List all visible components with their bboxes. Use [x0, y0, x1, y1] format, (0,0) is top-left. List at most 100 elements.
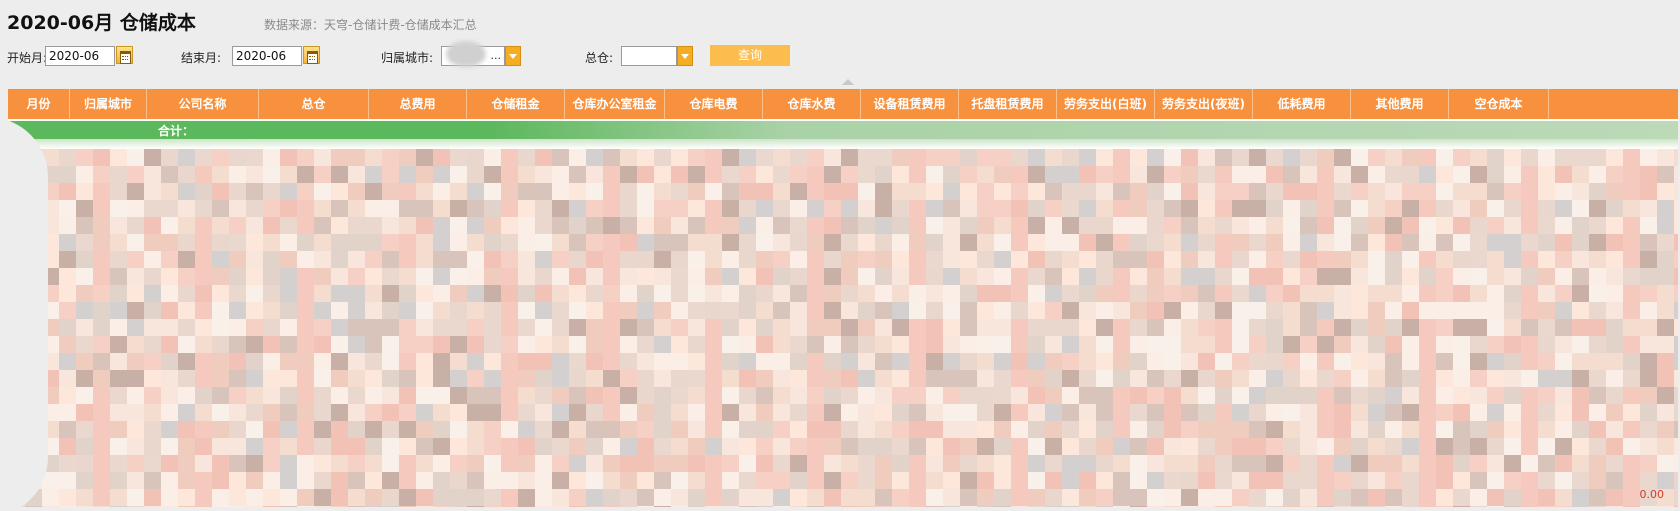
- redacted-cell: [1011, 336, 1028, 353]
- redacted-cell: [1215, 251, 1232, 268]
- redacted-cell: [586, 336, 603, 353]
- redacted-cell: [1589, 455, 1606, 472]
- redacted-cell: [365, 251, 382, 268]
- redacted-cell: [1453, 149, 1470, 166]
- chevron-down-icon[interactable]: [505, 46, 521, 66]
- redacted-cell: [858, 404, 875, 421]
- redacted-cell: [1674, 183, 1678, 200]
- column-header-warehouse[interactable]: 总仓: [259, 89, 369, 119]
- redacted-cell: [280, 336, 297, 353]
- redacted-cell: [790, 149, 807, 166]
- redacted-cell: [382, 404, 399, 421]
- column-header-water[interactable]: 仓库水费: [763, 89, 861, 119]
- redacted-cell: [1045, 319, 1062, 336]
- column-header-month[interactable]: 月份: [8, 89, 70, 119]
- redacted-cell: [76, 336, 93, 353]
- city-select-field[interactable]: ...: [441, 41, 505, 67]
- warehouse-select-field[interactable]: [621, 46, 677, 66]
- redacted-cell: [127, 200, 144, 217]
- redacted-cell: [1249, 438, 1266, 455]
- redacted-cell: [246, 404, 263, 421]
- redacted-cell: [705, 285, 722, 302]
- redacted-cell: [1623, 336, 1640, 353]
- redacted-cell: [1606, 285, 1623, 302]
- city-select-value: ...: [490, 49, 502, 62]
- redacted-cell: [178, 336, 195, 353]
- column-header-equipment-lease[interactable]: 设备租赁费用: [861, 89, 959, 119]
- query-button[interactable]: 查询: [710, 45, 790, 66]
- redacted-cell: [603, 472, 620, 489]
- redacted-cell: [994, 268, 1011, 285]
- column-header-labor-night[interactable]: 劳务支出(夜班): [1155, 89, 1253, 119]
- redacted-cell: [161, 421, 178, 438]
- redacted-cell: [569, 421, 586, 438]
- redacted-cell: [790, 353, 807, 370]
- redacted-cell: [1521, 438, 1538, 455]
- redacted-cell: [688, 285, 705, 302]
- collapse-toggle[interactable]: [828, 79, 868, 89]
- column-header-total-cost[interactable]: 总费用: [369, 89, 467, 119]
- redacted-cell: [1130, 353, 1147, 370]
- redacted-cell: [1096, 506, 1113, 507]
- redacted-cell: [909, 336, 926, 353]
- city-select[interactable]: ...: [441, 41, 521, 67]
- redacted-cell: [365, 183, 382, 200]
- column-header-other[interactable]: 其他费用: [1351, 89, 1449, 119]
- redacted-cell: [297, 506, 314, 507]
- warehouse-select[interactable]: [621, 46, 693, 66]
- calendar-icon[interactable]: [303, 46, 320, 64]
- redacted-cell: [280, 506, 297, 507]
- calendar-icon[interactable]: [116, 46, 133, 64]
- column-header-company[interactable]: 公司名称: [147, 89, 259, 119]
- column-header-labor-day[interactable]: 劳务支出(白班): [1057, 89, 1155, 119]
- redacted-cell: [773, 489, 790, 506]
- column-header-idle-cost[interactable]: 空仓成本: [1449, 89, 1549, 119]
- redacted-cell: [773, 149, 790, 166]
- redacted-cell: [1232, 285, 1249, 302]
- column-header-electricity[interactable]: 仓库电费: [665, 89, 763, 119]
- redacted-cell: [1368, 506, 1385, 507]
- start-month-input[interactable]: 2020-06: [45, 46, 115, 66]
- redacted-cell: [909, 268, 926, 285]
- chevron-down-icon[interactable]: [677, 46, 693, 66]
- redacted-cell: [59, 302, 76, 319]
- redacted-cell: [858, 506, 875, 507]
- redacted-cell: [1317, 353, 1334, 370]
- redacted-cell: [875, 268, 892, 285]
- redacted-cell: [1198, 336, 1215, 353]
- redacted-cell: [1351, 353, 1368, 370]
- redacted-cell: [467, 506, 484, 507]
- redacted-cell: [450, 336, 467, 353]
- redacted-cell: [1640, 234, 1657, 251]
- redacted-cell: [926, 217, 943, 234]
- redacted-cell: [144, 200, 161, 217]
- redacted-cell: [382, 336, 399, 353]
- redacted-cell: [1147, 489, 1164, 506]
- column-header-storage-rent[interactable]: 仓储租金: [467, 89, 565, 119]
- redacted-cell: [59, 149, 76, 166]
- column-header-office-rent[interactable]: 仓库办公室租金: [565, 89, 665, 119]
- redacted-cell: [246, 166, 263, 183]
- column-header-pallet-lease[interactable]: 托盘租赁费用: [959, 89, 1057, 119]
- redacted-cell: [705, 438, 722, 455]
- redacted-cell: [263, 370, 280, 387]
- redacted-cell: [399, 438, 416, 455]
- end-month-input[interactable]: 2020-06: [232, 46, 302, 66]
- redacted-cell: [1385, 149, 1402, 166]
- redacted-cell: [1147, 387, 1164, 404]
- redacted-cell: [467, 455, 484, 472]
- redacted-cell: [1045, 285, 1062, 302]
- redacted-cell: [246, 149, 263, 166]
- column-header-city[interactable]: 归属城市: [70, 89, 147, 119]
- redacted-cell: [1368, 421, 1385, 438]
- redacted-cell: [637, 370, 654, 387]
- column-header-consumables[interactable]: 低耗费用: [1253, 89, 1351, 119]
- redacted-cell: [1045, 455, 1062, 472]
- redacted-cell: [1589, 353, 1606, 370]
- redacted-cell: [1538, 353, 1555, 370]
- redacted-cell: [1436, 183, 1453, 200]
- redacted-cell: [1606, 336, 1623, 353]
- redacted-cell: [1181, 421, 1198, 438]
- redacted-cell: [1674, 251, 1678, 268]
- redacted-cell: [535, 183, 552, 200]
